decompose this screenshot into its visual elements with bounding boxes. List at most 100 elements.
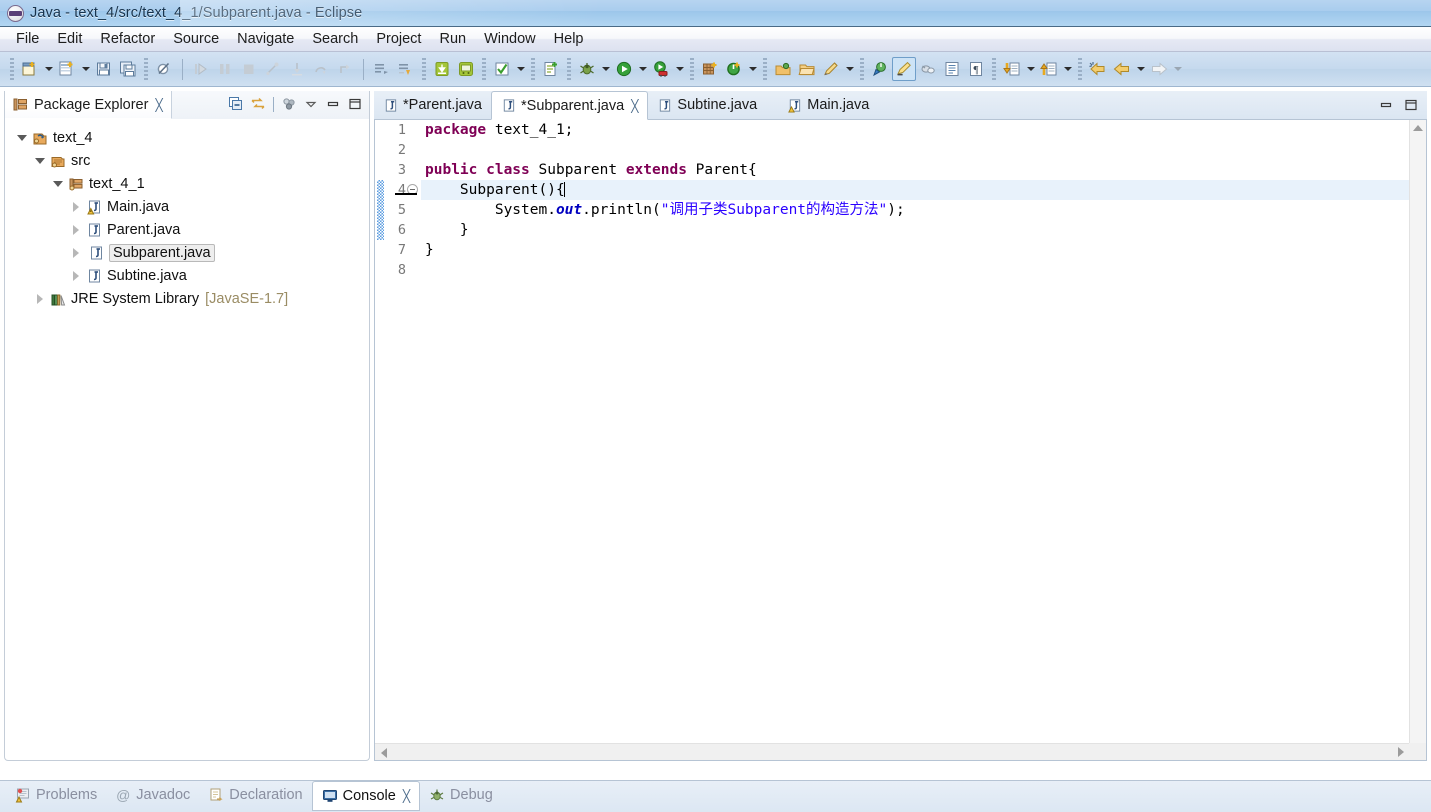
scroll-up-arrow-icon[interactable] [1410,120,1426,136]
twisty-closed-icon[interactable] [69,200,83,214]
change-ruler[interactable] [375,120,385,743]
run-dropdown-arrow[interactable] [636,57,649,81]
open-task-icon[interactable] [771,57,795,81]
pencil-dropdown-arrow[interactable] [843,57,856,81]
save-all-icon[interactable] [116,57,140,81]
tree-item-subparent-java[interactable]: Subparent.java [11,241,369,264]
twisty-closed-icon[interactable] [69,269,83,283]
editor-tab-parent-java[interactable]: *Parent.java [374,91,491,119]
show-whitespace-icon[interactable] [940,57,964,81]
forward-dropdown-arrow[interactable] [1171,57,1184,81]
step-into-selection-icon[interactable] [261,57,285,81]
bottom-tab-declaration[interactable]: Declaration [199,781,311,808]
bottom-tab-problems[interactable]: Problems [6,781,106,808]
editor-tab-subtine-java[interactable]: Subtine.java [648,91,766,119]
run-icon[interactable] [612,57,636,81]
paragraph-mark-icon[interactable]: ¶ [964,57,988,81]
twisty-closed-icon[interactable] [69,246,83,260]
debug-terminate-icon[interactable] [237,57,261,81]
new-package-icon[interactable] [698,57,722,81]
menu-run[interactable]: Run [430,29,475,50]
maximize-editor-icon[interactable] [1401,95,1421,115]
view-menu-filter-icon[interactable] [279,94,299,114]
link-with-editor-icon[interactable] [248,94,268,114]
android-avd-manager-icon[interactable] [454,57,478,81]
close-icon[interactable]: ╳ [403,790,410,802]
code-editor-text[interactable]: package text_4_1; public class Subparent… [421,120,1409,743]
toolbar-grip-2[interactable] [144,58,148,80]
menu-file[interactable]: File [7,29,48,50]
minimize-editor-icon[interactable] [1376,95,1396,115]
close-icon[interactable]: ╳ [155,99,162,111]
next-member-dropdown-arrow[interactable] [1024,57,1037,81]
forward-arrow-icon[interactable] [1147,57,1171,81]
view-menu-icon[interactable] [301,94,321,114]
step-over-icon[interactable] [309,57,333,81]
back-arrow-icon[interactable] [1110,57,1134,81]
open-type-dropdown-arrow[interactable] [746,57,759,81]
collapse-all-icon[interactable] [226,94,246,114]
menu-window[interactable]: Window [475,29,545,50]
next-member-down-icon[interactable] [1000,57,1024,81]
maximize-view-icon[interactable] [345,94,365,114]
toolbar-grip[interactable] [10,58,14,80]
new-android-project-icon[interactable] [539,57,563,81]
next-annotation-icon[interactable] [370,57,394,81]
toolbar-grip-6[interactable] [567,58,571,80]
twisty-closed-icon[interactable] [33,292,47,306]
toolbar-grip-10[interactable] [992,58,996,80]
previous-member-dropdown-arrow[interactable] [1061,57,1074,81]
toolbar-grip-11[interactable] [1078,58,1082,80]
menu-search[interactable]: Search [303,29,367,50]
tree-item-parent-java[interactable]: Parent.java [11,218,369,241]
debug-resume-icon[interactable] [189,57,213,81]
pencil-edit-icon[interactable] [819,57,843,81]
step-into-icon[interactable] [285,57,309,81]
menu-project[interactable]: Project [367,29,430,50]
new-java-class-dropdown-arrow[interactable] [79,57,92,81]
tree-item-text_4[interactable]: text_4 [11,126,369,149]
editor-tab-subparent-java[interactable]: *Subparent.java ╳ [491,91,648,120]
tree-item-text_4_1[interactable]: text_4_1 [11,172,369,195]
menu-source[interactable]: Source [164,29,228,50]
link-editor-icon[interactable] [916,57,940,81]
new-wizard-dropdown-arrow[interactable] [42,57,55,81]
close-icon[interactable]: ╳ [631,100,638,112]
tree-item-src[interactable]: src [11,149,369,172]
back-with-sparkle-icon[interactable] [1086,57,1110,81]
scroll-left-arrow-icon[interactable] [375,744,392,761]
toolbar-grip-7[interactable] [690,58,694,80]
menu-help[interactable]: Help [545,29,593,50]
toggle-breakpoint-skip-icon[interactable] [152,57,176,81]
bottom-tab-debug[interactable]: Debug [420,781,502,808]
toolbar-grip-8[interactable] [763,58,767,80]
twisty-open-icon[interactable] [15,131,29,145]
tree-item-subtine-java[interactable]: Subtine.java [11,264,369,287]
toolbar-grip-5[interactable] [531,58,535,80]
bottom-tab-javadoc[interactable]: @ Javadoc [106,781,199,808]
run-external-tools-icon[interactable] [649,57,673,81]
toolbar-grip-3[interactable] [422,58,426,80]
twisty-closed-icon[interactable] [69,223,83,237]
previous-member-up-icon[interactable] [1037,57,1061,81]
previous-annotation-icon[interactable] [394,57,418,81]
open-folder-icon[interactable] [795,57,819,81]
toolbar-grip-4[interactable] [482,58,486,80]
menu-navigate[interactable]: Navigate [228,29,303,50]
package-explorer-tab[interactable]: Package Explorer ╳ [5,91,172,119]
editor-horizontal-scrollbar[interactable] [375,743,1409,760]
check-mark-dropdown-arrow[interactable] [514,57,527,81]
bottom-tab-console[interactable]: Console ╳ [312,781,420,811]
debug-dropdown-arrow[interactable] [599,57,612,81]
tree-item-jre-system-library[interactable]: JRE System Library [JavaSE-1.7] [11,287,369,310]
external-tools-dropdown-arrow[interactable] [673,57,686,81]
open-type-icon[interactable] [722,57,746,81]
editor-tab-main-java[interactable]: Main.java [778,91,878,119]
menu-refactor[interactable]: Refactor [91,29,164,50]
new-wizard-icon[interactable] [18,57,42,81]
debug-suspend-icon[interactable] [213,57,237,81]
highlight-marker-icon[interactable] [892,57,916,81]
editor-vertical-scrollbar[interactable] [1409,120,1426,743]
toolbar-grip-9[interactable] [860,58,864,80]
menu-edit[interactable]: Edit [48,29,91,50]
